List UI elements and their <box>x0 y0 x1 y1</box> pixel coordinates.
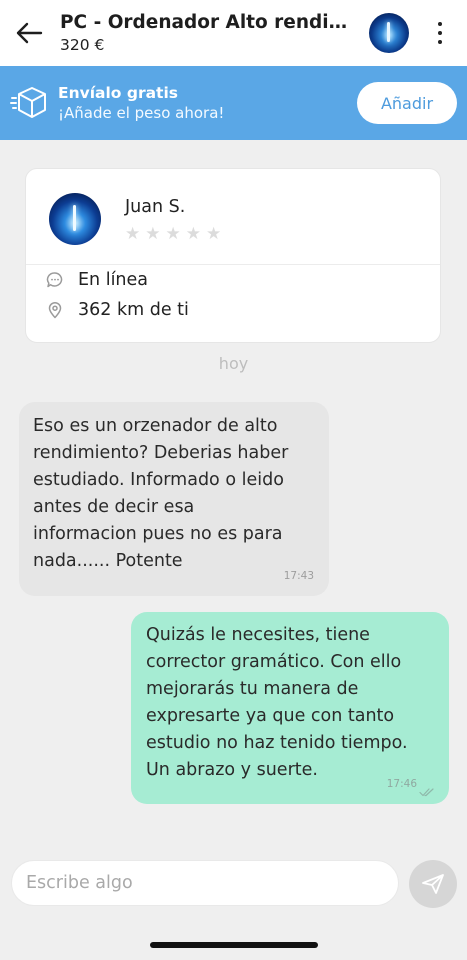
distance-row: 362 km de ti <box>46 295 440 325</box>
shipping-text: Envíalo gratis ¡Añade el peso ahora! <box>58 84 357 122</box>
online-status-row: En línea <box>46 265 440 295</box>
star-icon: ★ <box>145 224 161 244</box>
message-input[interactable] <box>26 873 386 893</box>
listing-title: PC - Ordenador Alto rendimiento <box>60 12 356 33</box>
package-icon <box>8 81 52 125</box>
listing-info[interactable]: PC - Ordenador Alto rendimiento 320 € <box>58 12 369 54</box>
double-check-icon <box>419 788 434 797</box>
star-icon: ★ <box>185 224 201 244</box>
more-vertical-icon <box>438 22 442 26</box>
message-text: Quizás le necesites, tiene corrector gra… <box>146 625 408 780</box>
star-icon: ★ <box>206 224 222 244</box>
distance-text: 362 km de ti <box>78 300 189 320</box>
listing-avatar[interactable] <box>369 13 409 53</box>
message-text: Eso es un orzenador de alto rendimiento?… <box>33 416 289 571</box>
message-composer <box>11 860 399 906</box>
incoming-message[interactable]: Eso es un orzenador de alto rendimiento?… <box>19 402 329 596</box>
chat-bubble-icon <box>46 271 64 289</box>
home-indicator <box>150 942 318 948</box>
date-separator: hoy <box>218 354 249 373</box>
online-status: En línea <box>78 270 149 290</box>
star-icon: ★ <box>125 224 141 244</box>
profile-header: Juan S. ★ ★ ★ ★ ★ <box>26 169 440 264</box>
seller-profile-card[interactable]: Juan S. ★ ★ ★ ★ ★ En línea 362 km de ti <box>25 168 441 343</box>
send-icon <box>422 874 444 894</box>
listing-price: 320 € <box>60 36 105 54</box>
more-options-button[interactable] <box>429 13 451 53</box>
shipping-banner: Envíalo gratis ¡Añade el peso ahora! Aña… <box>0 66 467 140</box>
message-time: 17:43 <box>283 570 314 582</box>
avatar[interactable] <box>49 193 101 245</box>
arrow-left-icon <box>16 22 43 44</box>
shipping-subtitle: ¡Añade el peso ahora! <box>58 104 225 122</box>
star-icon: ★ <box>165 224 181 244</box>
back-button[interactable] <box>0 0 58 66</box>
send-button[interactable] <box>409 860 457 908</box>
chat-header: PC - Ordenador Alto rendimiento 320 € <box>0 0 467 66</box>
rating-stars: ★ ★ ★ ★ ★ <box>125 226 221 243</box>
message-time: 17:46 <box>386 778 417 790</box>
outgoing-message[interactable]: Quizás le necesites, tiene corrector gra… <box>131 612 449 804</box>
user-name: Juan S. <box>125 197 186 217</box>
shipping-title: Envíalo gratis <box>58 84 179 102</box>
add-weight-button[interactable]: Añadir <box>357 82 457 124</box>
location-pin-icon <box>46 301 64 319</box>
profile-info: Juan S. ★ ★ ★ ★ ★ <box>125 197 221 243</box>
